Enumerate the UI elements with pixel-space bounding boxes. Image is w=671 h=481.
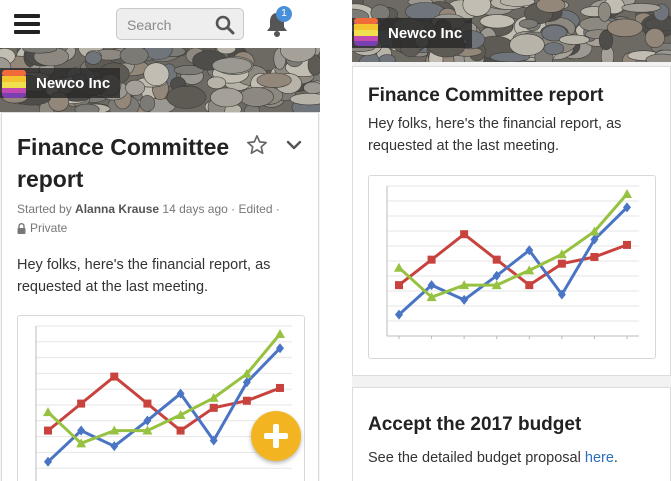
- chevron-down-icon[interactable]: [286, 139, 302, 151]
- data-point: [77, 399, 86, 408]
- star-icon[interactable]: [246, 134, 268, 156]
- search-icon[interactable]: [215, 15, 235, 35]
- budget-proposal-link[interactable]: here: [585, 450, 614, 466]
- plus-icon: [264, 424, 288, 448]
- group-name: Newco Inc: [36, 74, 111, 92]
- data-point: [460, 230, 469, 239]
- post-title[interactable]: Finance Committee report: [17, 131, 229, 195]
- post-body: Hey folks, here's the financial report, …: [368, 116, 622, 154]
- post-title[interactable]: Accept the 2017 budget: [368, 414, 581, 436]
- post-meta: Started by Alanna Krause 14 days ago · E…: [17, 202, 280, 216]
- data-point: [492, 255, 501, 264]
- data-point: [176, 426, 185, 435]
- post-title[interactable]: Finance Committee report: [368, 85, 603, 107]
- data-point: [427, 255, 436, 264]
- data-point: [395, 281, 403, 290]
- privacy-label: Private: [17, 221, 67, 235]
- post-card: Accept the 2017 budget See the detailed …: [352, 387, 671, 481]
- data-point: [623, 240, 631, 249]
- post-body: See the detailed budget proposal here.: [368, 450, 618, 466]
- line-chart: [386, 185, 639, 339]
- search-input[interactable]: [127, 15, 207, 35]
- notification-badge[interactable]: 1: [276, 6, 292, 22]
- group-banner: Newco Inc: [0, 48, 320, 112]
- data-point: [276, 383, 284, 392]
- data-point: [590, 252, 599, 261]
- financial-chart: [368, 175, 656, 359]
- hamburger-menu-icon[interactable]: [14, 14, 40, 34]
- data-point: [622, 189, 632, 198]
- chart-gridlines: [387, 185, 639, 337]
- data-point: [209, 403, 218, 412]
- post-card: Finance Committee report Hey folks, here…: [352, 66, 671, 376]
- left-phone-screen: 1 Newco Inc Finance Committee report: [0, 0, 320, 481]
- right-phone-screen: Newco Inc Finance Committee report Hey f…: [352, 0, 671, 481]
- data-point: [143, 399, 152, 408]
- data-point: [557, 259, 566, 268]
- data-point: [110, 372, 119, 381]
- data-point: [44, 426, 52, 435]
- group-name: Newco Inc: [388, 24, 463, 42]
- newco-logo: [354, 18, 378, 46]
- data-point: [43, 407, 53, 417]
- top-bar: 1: [0, 0, 320, 48]
- screenshot-composite: 1 Newco Inc Finance Committee report: [0, 0, 671, 481]
- series-line-3: [46, 333, 282, 445]
- add-post-button[interactable]: [251, 411, 301, 461]
- post-body: Hey folks, here's the financial report, …: [17, 257, 271, 295]
- data-point: [275, 329, 285, 338]
- data-point: [394, 262, 404, 272]
- search-box[interactable]: [116, 8, 244, 40]
- data-point: [525, 281, 534, 290]
- author-name[interactable]: Alanna Krause: [75, 202, 159, 216]
- chart-gridlines: [36, 325, 292, 469]
- newco-logo: [2, 70, 26, 98]
- lock-icon: [17, 222, 26, 234]
- group-banner: Newco Inc: [352, 0, 671, 62]
- data-point: [242, 396, 251, 405]
